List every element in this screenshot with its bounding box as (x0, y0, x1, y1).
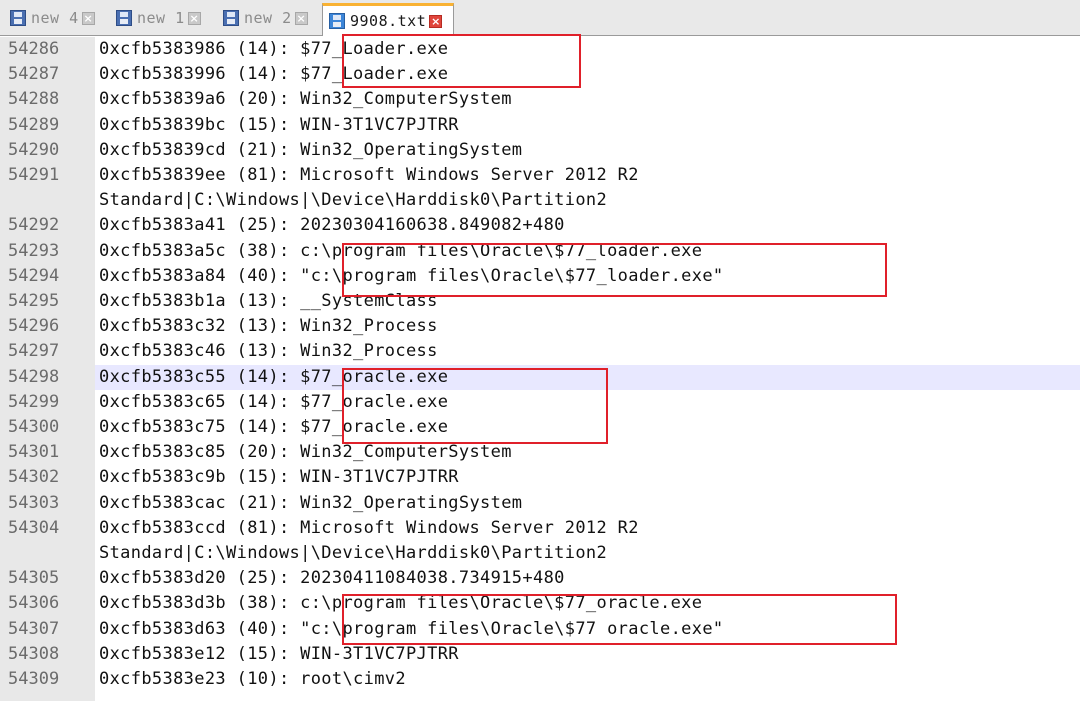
close-tab-icon[interactable]: × (429, 14, 443, 28)
line-number: 54304 (0, 515, 95, 541)
editor-line[interactable]: 54305 0xcfb5383d20 (25): 20230411084038.7… (0, 566, 1080, 592)
line-text: Standard|C:\Windows|\Device\Harddisk0\Pa… (99, 543, 608, 563)
line-number: 54299 (0, 389, 95, 415)
text-editor[interactable]: 54286 0xcfb5383986 (14): $77_Loader.exe 54… (0, 34, 1080, 701)
tab-new-4[interactable]: new 4 × (4, 5, 102, 31)
editor-line[interactable]: 54304 0xcfb5383ccd (81): Microsoft Window… (0, 515, 1080, 541)
line-text: 0xcfb5383c46 (13): Win32_Process (99, 341, 438, 362)
editor-line[interactable]: 54291 0xcfb53839ee (81): Microsoft Window… (0, 163, 1080, 189)
line-text: 0xcfb53839a6 (20): Win32_ComputerSystem (99, 89, 512, 110)
line-number: 54303 (0, 490, 95, 516)
editor-line[interactable]: 54296 0xcfb5383c32 (13): Win32_Process (0, 314, 1080, 340)
line-text: 0xcfb5383d20 (25): 20230411084038.734915… (99, 568, 565, 589)
line-number: 54298 (0, 364, 95, 390)
editor-line[interactable]: 54290 0xcfb53839cd (21): Win32_OperatingS… (0, 137, 1080, 163)
line-text: Standard|C:\Windows|\Device\Harddisk0\Pa… (99, 190, 608, 211)
tab-new-1[interactable]: new 1 × (110, 5, 210, 31)
line-number: 54289 (0, 112, 95, 138)
tab-label: new 1 (137, 9, 185, 27)
close-tab-icon[interactable]: × (294, 11, 308, 25)
editor-line[interactable]: 54308 0xcfb5383e12 (15): WIN-3T1VC7PJTRR (0, 641, 1080, 667)
line-number: 54288 (0, 87, 95, 113)
tab-label: new 2 (244, 9, 292, 27)
tab-label: 9908.txt (350, 12, 427, 30)
editor-line[interactable]: 54289 0xcfb53839bc (15): WIN-3T1VC7PJTRR (0, 112, 1080, 138)
floppy-disk-icon (10, 10, 26, 26)
line-number: 54301 (0, 440, 95, 466)
tab-bar: new 4 × new 1 × new 2 × 9908.txt × (0, 0, 1080, 36)
editor-line[interactable]: Standard|C:\Windows|\Device\Harddisk0\Pa… (0, 188, 1080, 214)
line-number: 54287 (0, 62, 95, 88)
editor-line[interactable]: 54303 0xcfb5383cac (21): Win32_OperatingS… (0, 490, 1080, 516)
editor-line[interactable]: 54309 0xcfb5383e23 (10): root\cimv2 (0, 667, 1080, 693)
line-text: 0xcfb5383e12 (15): WIN-3T1VC7PJTRR (99, 643, 459, 664)
tab-9908-txt[interactable]: 9908.txt × (322, 3, 454, 36)
line-number: 54293 (0, 238, 95, 264)
line-number: 54292 (0, 213, 95, 239)
line-number: 54307 (0, 616, 95, 642)
line-text: 0xcfb5383e23 (10): root\cimv2 (99, 669, 406, 689)
line-number: 54290 (0, 137, 95, 163)
line-text: 0xcfb5383c9b (15): WIN-3T1VC7PJTRR (99, 467, 459, 488)
line-number: 54305 (0, 566, 95, 592)
line-text: 0xcfb5383cac (21): Win32_OperatingSystem (99, 492, 523, 513)
line-text: 0xcfb5383ccd (81): Microsoft Windows Ser… (99, 517, 639, 538)
line-text: 0xcfb5383c32 (13): Win32_Process (99, 316, 438, 337)
line-text: 0xcfb53839bc (15): WIN-3T1VC7PJTRR (99, 114, 459, 135)
editor-line[interactable]: 54302 0xcfb5383c9b (15): WIN-3T1VC7PJTRR (0, 465, 1080, 491)
line-number: 54302 (0, 465, 95, 491)
editor-line[interactable]: 54297 0xcfb5383c46 (13): Win32_Process (0, 339, 1080, 365)
line-number: 54295 (0, 289, 95, 315)
line-number: 54308 (0, 641, 95, 667)
line-text: 0xcfb53839cd (21): Win32_OperatingSystem (99, 139, 523, 160)
highlight-box (342, 594, 897, 645)
highlight-box (342, 368, 608, 444)
line-number: 54291 (0, 163, 95, 189)
line-number (0, 188, 95, 214)
editor-line[interactable]: 54288 0xcfb53839a6 (20): Win32_ComputerSy… (0, 87, 1080, 113)
line-text: 0xcfb5383a41 (25): 20230304160638.849082… (99, 215, 565, 236)
highlight-box (342, 34, 581, 88)
editor-line[interactable]: Standard|C:\Windows|\Device\Harddisk0\Pa… (0, 541, 1080, 567)
highlight-box (342, 243, 887, 297)
tab-label: new 4 (31, 9, 79, 27)
line-number: 54297 (0, 339, 95, 365)
close-tab-icon[interactable]: × (187, 11, 201, 25)
tab-new-2[interactable]: new 2 × (217, 5, 317, 31)
line-number: 54286 (0, 37, 95, 63)
floppy-disk-icon (116, 10, 132, 26)
floppy-disk-icon (329, 13, 345, 29)
line-number: 54300 (0, 415, 95, 441)
floppy-disk-icon (223, 10, 239, 26)
close-tab-icon[interactable]: × (81, 11, 95, 25)
line-number: 54296 (0, 314, 95, 340)
editor-line[interactable]: 54292 0xcfb5383a41 (25): 20230304160638.8… (0, 213, 1080, 239)
line-text: 0xcfb53839ee (81): Microsoft Windows Ser… (99, 165, 639, 185)
line-number (0, 541, 95, 567)
line-number: 54309 (0, 667, 95, 693)
line-number: 54294 (0, 263, 95, 289)
line-number: 54306 (0, 591, 95, 617)
